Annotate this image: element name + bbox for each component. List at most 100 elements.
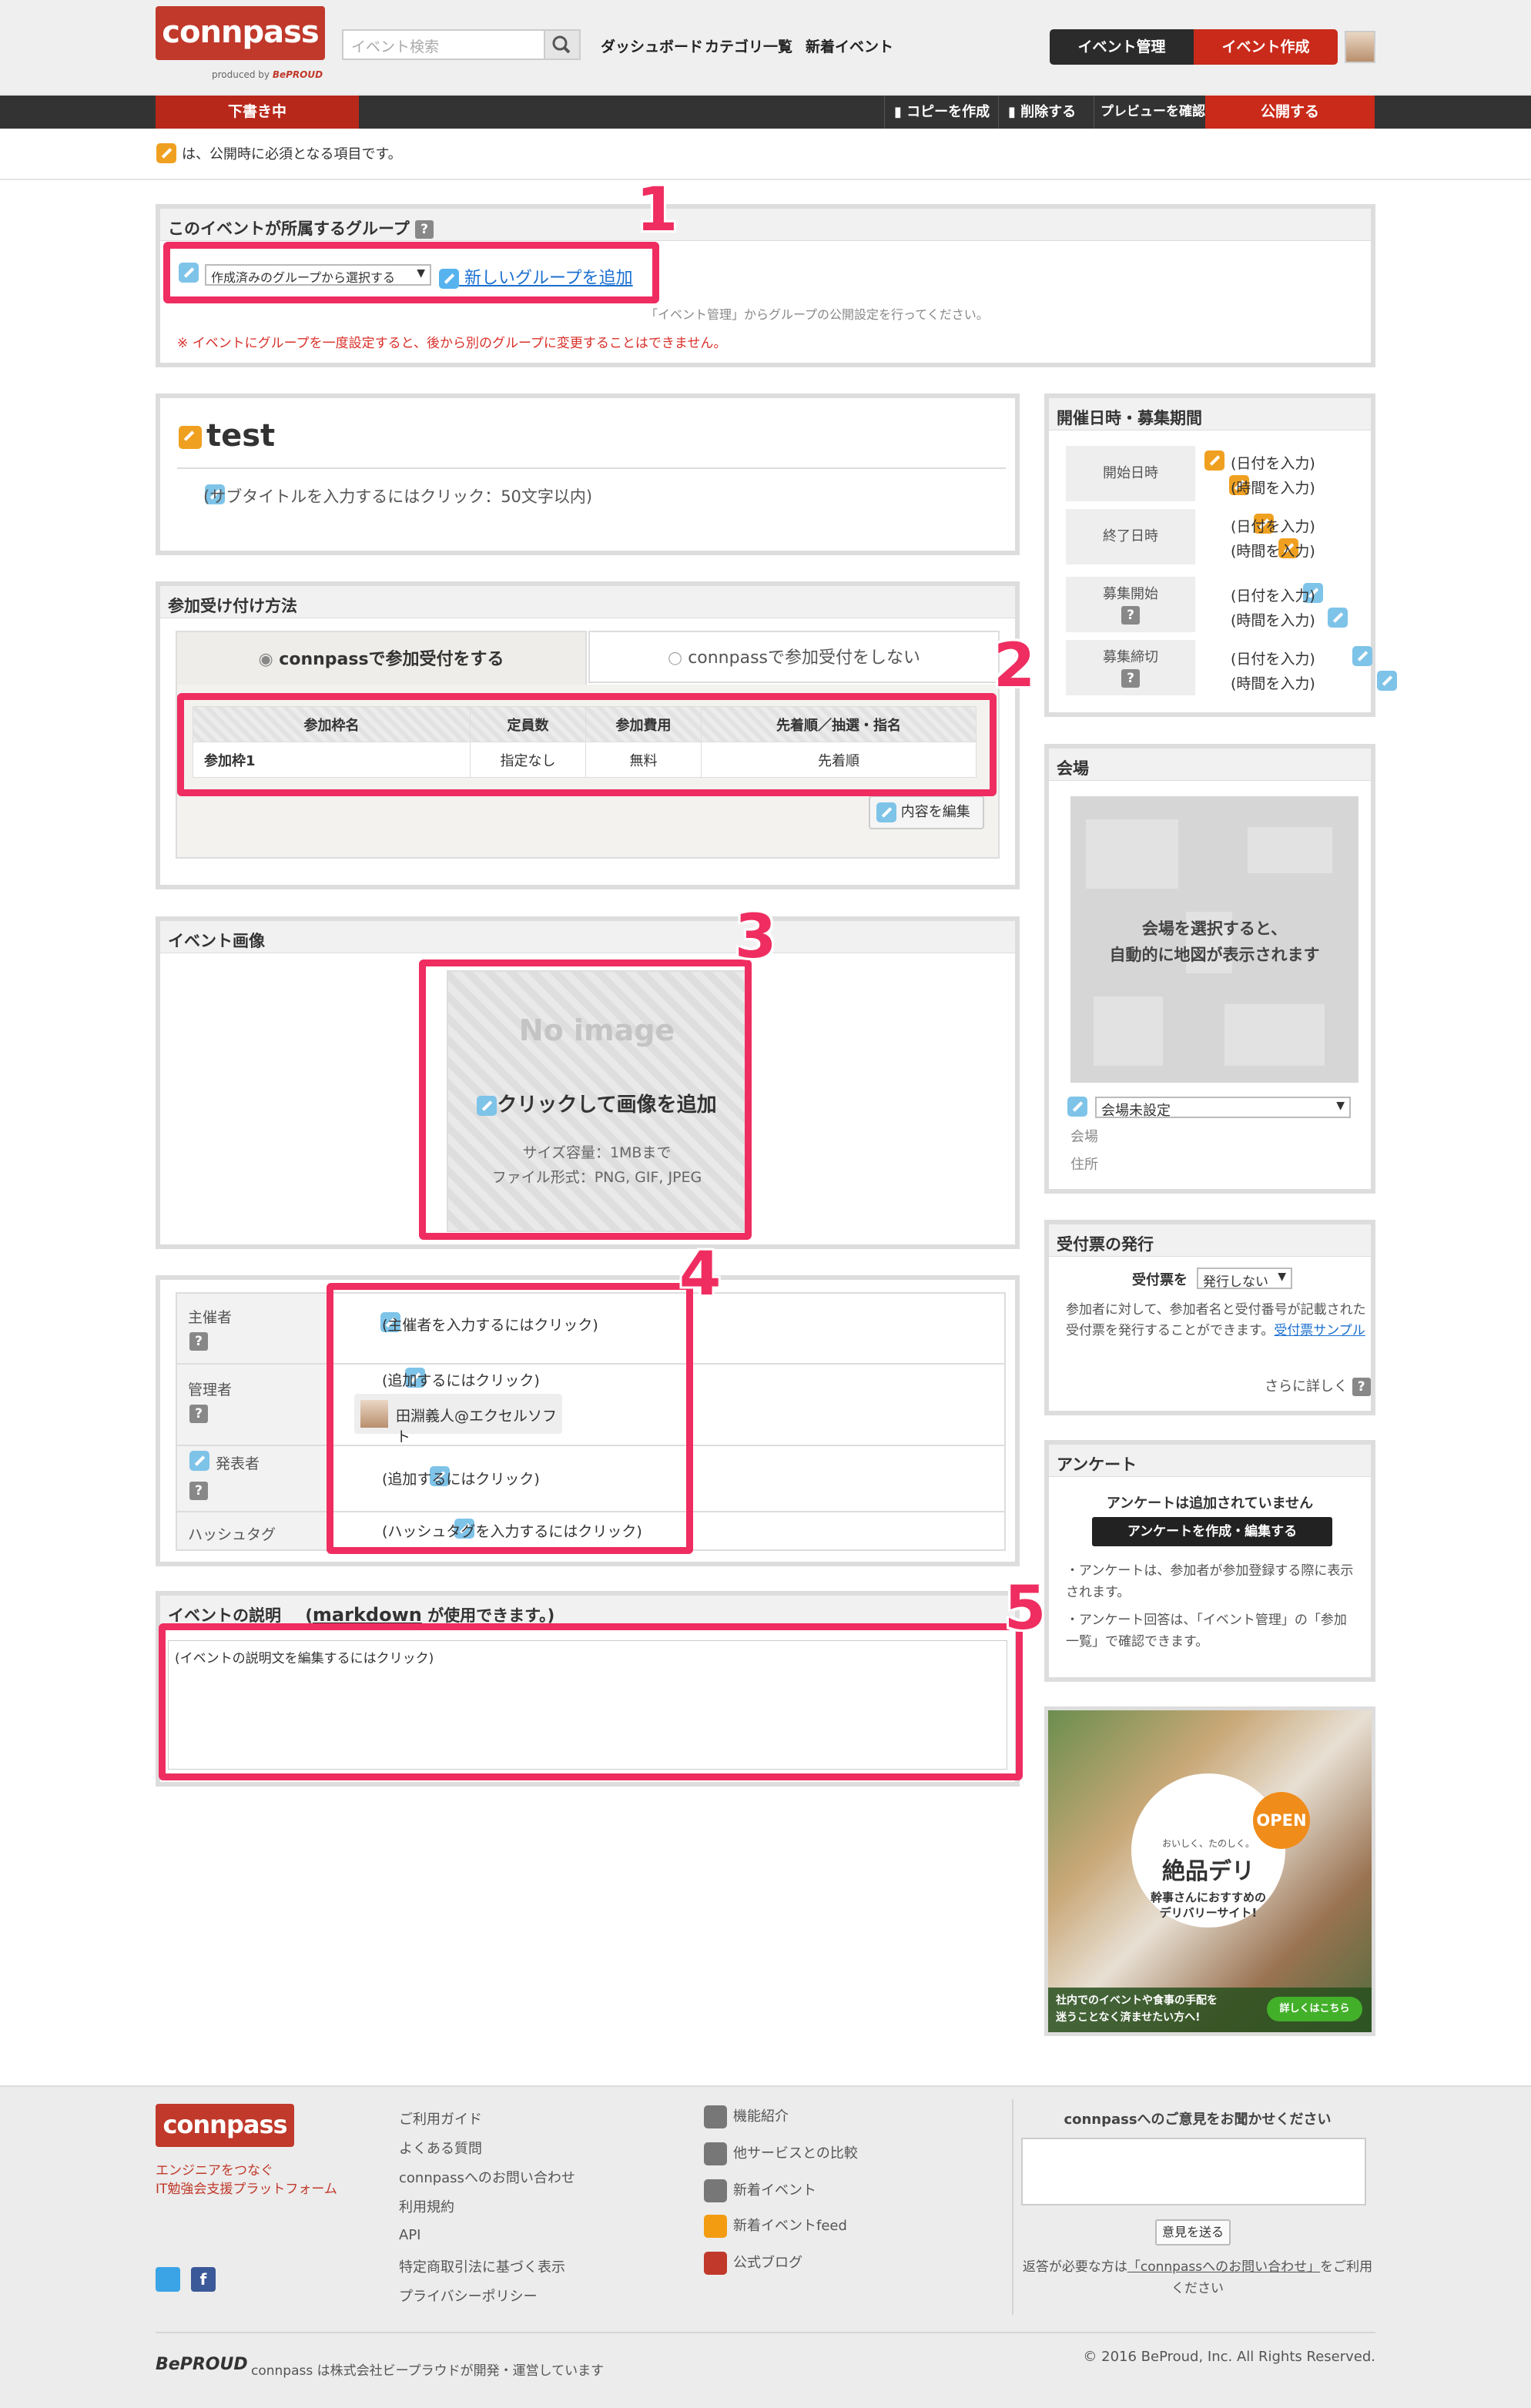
footer-link-blog[interactable]: 公式ブログ — [704, 2252, 802, 2275]
connpass-logo[interactable]: connpass — [156, 6, 325, 60]
open-label: 募集開始? — [1066, 577, 1195, 632]
footer-link-law[interactable]: 特定商取引法に基づく表示 — [399, 2256, 565, 2276]
schedule-panel: 開催日時・募集期間 開始日時 (日付を入力) (時間を入力) 終了日時 (日付を… — [1044, 394, 1398, 717]
reply-note-1: 返答が必要な方は — [1022, 2259, 1127, 2275]
feed-label: 新着イベントfeed — [733, 2218, 847, 2234]
ad-bottom-2: 迷うことなく済ませたい方へ! — [1056, 2011, 1201, 2024]
venue-panel: 会場 会場を選択すると、 自動的に地図が表示されます 会場未設定 会場 住所 — [1044, 744, 1375, 1194]
blog-icon — [704, 2252, 727, 2275]
nav-new-events[interactable]: 新着イベント — [806, 35, 893, 56]
play-icon — [704, 2179, 727, 2202]
annotation-box-3 — [419, 960, 752, 1240]
bulb-icon — [704, 2105, 727, 2128]
help-icon[interactable]: ? — [415, 220, 434, 239]
ticket-select[interactable]: 発行しない — [1197, 1268, 1292, 1290]
survey-status: アンケートは追加されていません — [1106, 1495, 1314, 1512]
search-button[interactable] — [545, 29, 581, 60]
close-time-pencil-icon — [1377, 671, 1398, 691]
ad-tagline: おいしく、たのしく。 — [1161, 1838, 1255, 1849]
publish-button[interactable]: 公開する — [1205, 95, 1375, 129]
venue-address-label: 住所 — [1070, 1157, 1098, 1173]
twitter-icon[interactable] — [156, 2267, 180, 2292]
nav-categories[interactable]: カテゴリ一覧 — [705, 35, 792, 56]
schedule-title: 開催日時・募集期間 — [1049, 398, 1371, 430]
edit-toolbar: 下書き中 ▮ コピーを作成 ▮ 削除する プレビューを確認 公開する — [0, 95, 1531, 129]
survey-title: アンケート — [1049, 1445, 1371, 1477]
footer-link-features[interactable]: 機能紹介 — [704, 2105, 789, 2128]
ticket-more-text: さらに詳しく — [1265, 1378, 1348, 1395]
edit-tickets-button[interactable]: 内容を編集 — [869, 795, 984, 829]
ad-sub-2: デリバリーサイト! — [1159, 1906, 1258, 1920]
footer-link-new-events[interactable]: 新着イベント — [704, 2179, 816, 2202]
help-icon[interactable]: ? — [189, 1405, 208, 1423]
help-icon[interactable]: ? — [1121, 669, 1140, 688]
delete-button[interactable]: ▮ 削除する — [998, 95, 1094, 129]
site-footer: connpass エンジニアをつなぐ IT勉強会支援プラットフォーム f ご利用… — [0, 2085, 1531, 2408]
venue-select[interactable]: 会場未設定 — [1095, 1097, 1351, 1119]
end-time-input[interactable]: (時間を入力) — [1231, 540, 1315, 561]
footer-link-contact[interactable]: connpassへのお問い合わせ — [399, 2167, 575, 2187]
contact-link[interactable]: 「connpassへのお問い合わせ」 — [1127, 2259, 1320, 2275]
annotation-number-2: 2 — [993, 631, 1036, 701]
copy-button[interactable]: ▮ コピーを作成 — [884, 95, 998, 129]
end-date-input[interactable]: (日付を入力) — [1231, 515, 1315, 536]
help-icon[interactable]: ? — [1121, 606, 1140, 625]
edit-label: 内容を編集 — [900, 804, 970, 820]
annotation-box-4 — [327, 1283, 693, 1554]
open-date-input[interactable]: (日付を入力) — [1231, 584, 1315, 605]
open-time-pencil-icon — [1328, 608, 1348, 628]
trash-icon: ▮ — [1008, 104, 1021, 120]
start-label: 開始日時 — [1066, 446, 1195, 501]
help-icon[interactable]: ? — [189, 1332, 208, 1351]
help-icon[interactable]: ? — [189, 1482, 208, 1500]
tab-reception-on[interactable]: ◉ connpassで参加受付をする — [176, 631, 587, 686]
compare-label: 他サービスとの比較 — [733, 2145, 858, 2162]
user-avatar[interactable] — [1345, 31, 1375, 63]
ticket-sample-link[interactable]: 受付票サンプル — [1274, 1323, 1365, 1338]
start-time-input[interactable]: (時間を入力) — [1231, 477, 1315, 497]
ticket-desc: 参加者に対して、参加者名と受付番号が記載された受付票を発行することができます。受… — [1066, 1300, 1369, 1341]
site-header: connpass produced by BePROUD イベント検索 ダッシュ… — [0, 0, 1531, 95]
tab-reception-off[interactable]: ○ connpassで参加受付をしない — [588, 631, 1000, 683]
copy-label: コピーを作成 — [906, 104, 990, 120]
open-time-input[interactable]: (時間を入力) — [1231, 609, 1315, 630]
subtitle-input[interactable]: (サブタイトルを入力するにはクリック：50文字以内) — [203, 484, 592, 507]
close-time-input[interactable]: (時間を入力) — [1231, 672, 1315, 693]
nav-dashboard[interactable]: ダッシュボード — [601, 35, 703, 56]
feedback-send-button[interactable]: 意見を送る — [1155, 2219, 1231, 2246]
rss-icon — [704, 2215, 727, 2238]
event-title[interactable]: test — [206, 418, 275, 454]
start-date-input[interactable]: (日付を入力) — [1231, 452, 1315, 473]
footer-link-feed[interactable]: 新着イベントfeed — [704, 2215, 847, 2238]
markdown-link[interactable]: markdown — [313, 1604, 422, 1626]
beproud-logo[interactable]: BePROUD — [156, 2355, 248, 2374]
footer-link-api[interactable]: API — [399, 2227, 420, 2243]
footer-logo[interactable]: connpass — [156, 2104, 294, 2147]
ad-banner[interactable]: OPEN おいしく、たのしく。 絶品デリ 幹事さんにおすすめの デリバリーサイト… — [1044, 1706, 1375, 2036]
footer-link-terms[interactable]: 利用規約 — [399, 2196, 454, 2216]
radio-on-icon: ◉ — [258, 650, 280, 669]
close-date-input[interactable]: (日付を入力) — [1231, 648, 1315, 668]
ticket-more[interactable]: さらに詳しく ? — [1265, 1375, 1371, 1396]
speaker-pencil-icon — [189, 1451, 209, 1471]
organizer-label: 主催者 — [188, 1309, 233, 1326]
footer-link-faq[interactable]: よくある質問 — [399, 2138, 482, 2158]
annotation-box-5 — [159, 1623, 1023, 1780]
footer-link-guide[interactable]: ご利用ガイド — [399, 2108, 482, 2128]
event-create-button[interactable]: イベント作成 — [1194, 29, 1338, 65]
preview-button[interactable]: プレビューを確認 — [1094, 95, 1205, 129]
annotation-box-1 — [163, 242, 659, 303]
delete-label: 削除する — [1020, 104, 1077, 120]
event-manage-button[interactable]: イベント管理 — [1050, 29, 1194, 65]
ad-details-button[interactable]: 詳しくはこちら — [1267, 1997, 1362, 2021]
footer-link-privacy[interactable]: プライバシーポリシー — [399, 2286, 538, 2306]
description-title-text: イベントの説明 — [168, 1606, 281, 1625]
group-note-2: ※ イベントにグループを一度設定すると、後から別のグループに変更することはできま… — [177, 336, 727, 351]
facebook-icon[interactable]: f — [191, 2267, 216, 2292]
search-input[interactable]: イベント検索 — [342, 29, 545, 60]
survey-edit-button[interactable]: アンケートを作成・編集する — [1092, 1517, 1332, 1546]
footer-link-compare[interactable]: 他サービスとの比較 — [704, 2142, 858, 2165]
annotation-number-1: 1 — [636, 176, 678, 245]
feedback-textarea[interactable] — [1021, 2138, 1366, 2205]
annotation-number-3: 3 — [735, 903, 777, 972]
